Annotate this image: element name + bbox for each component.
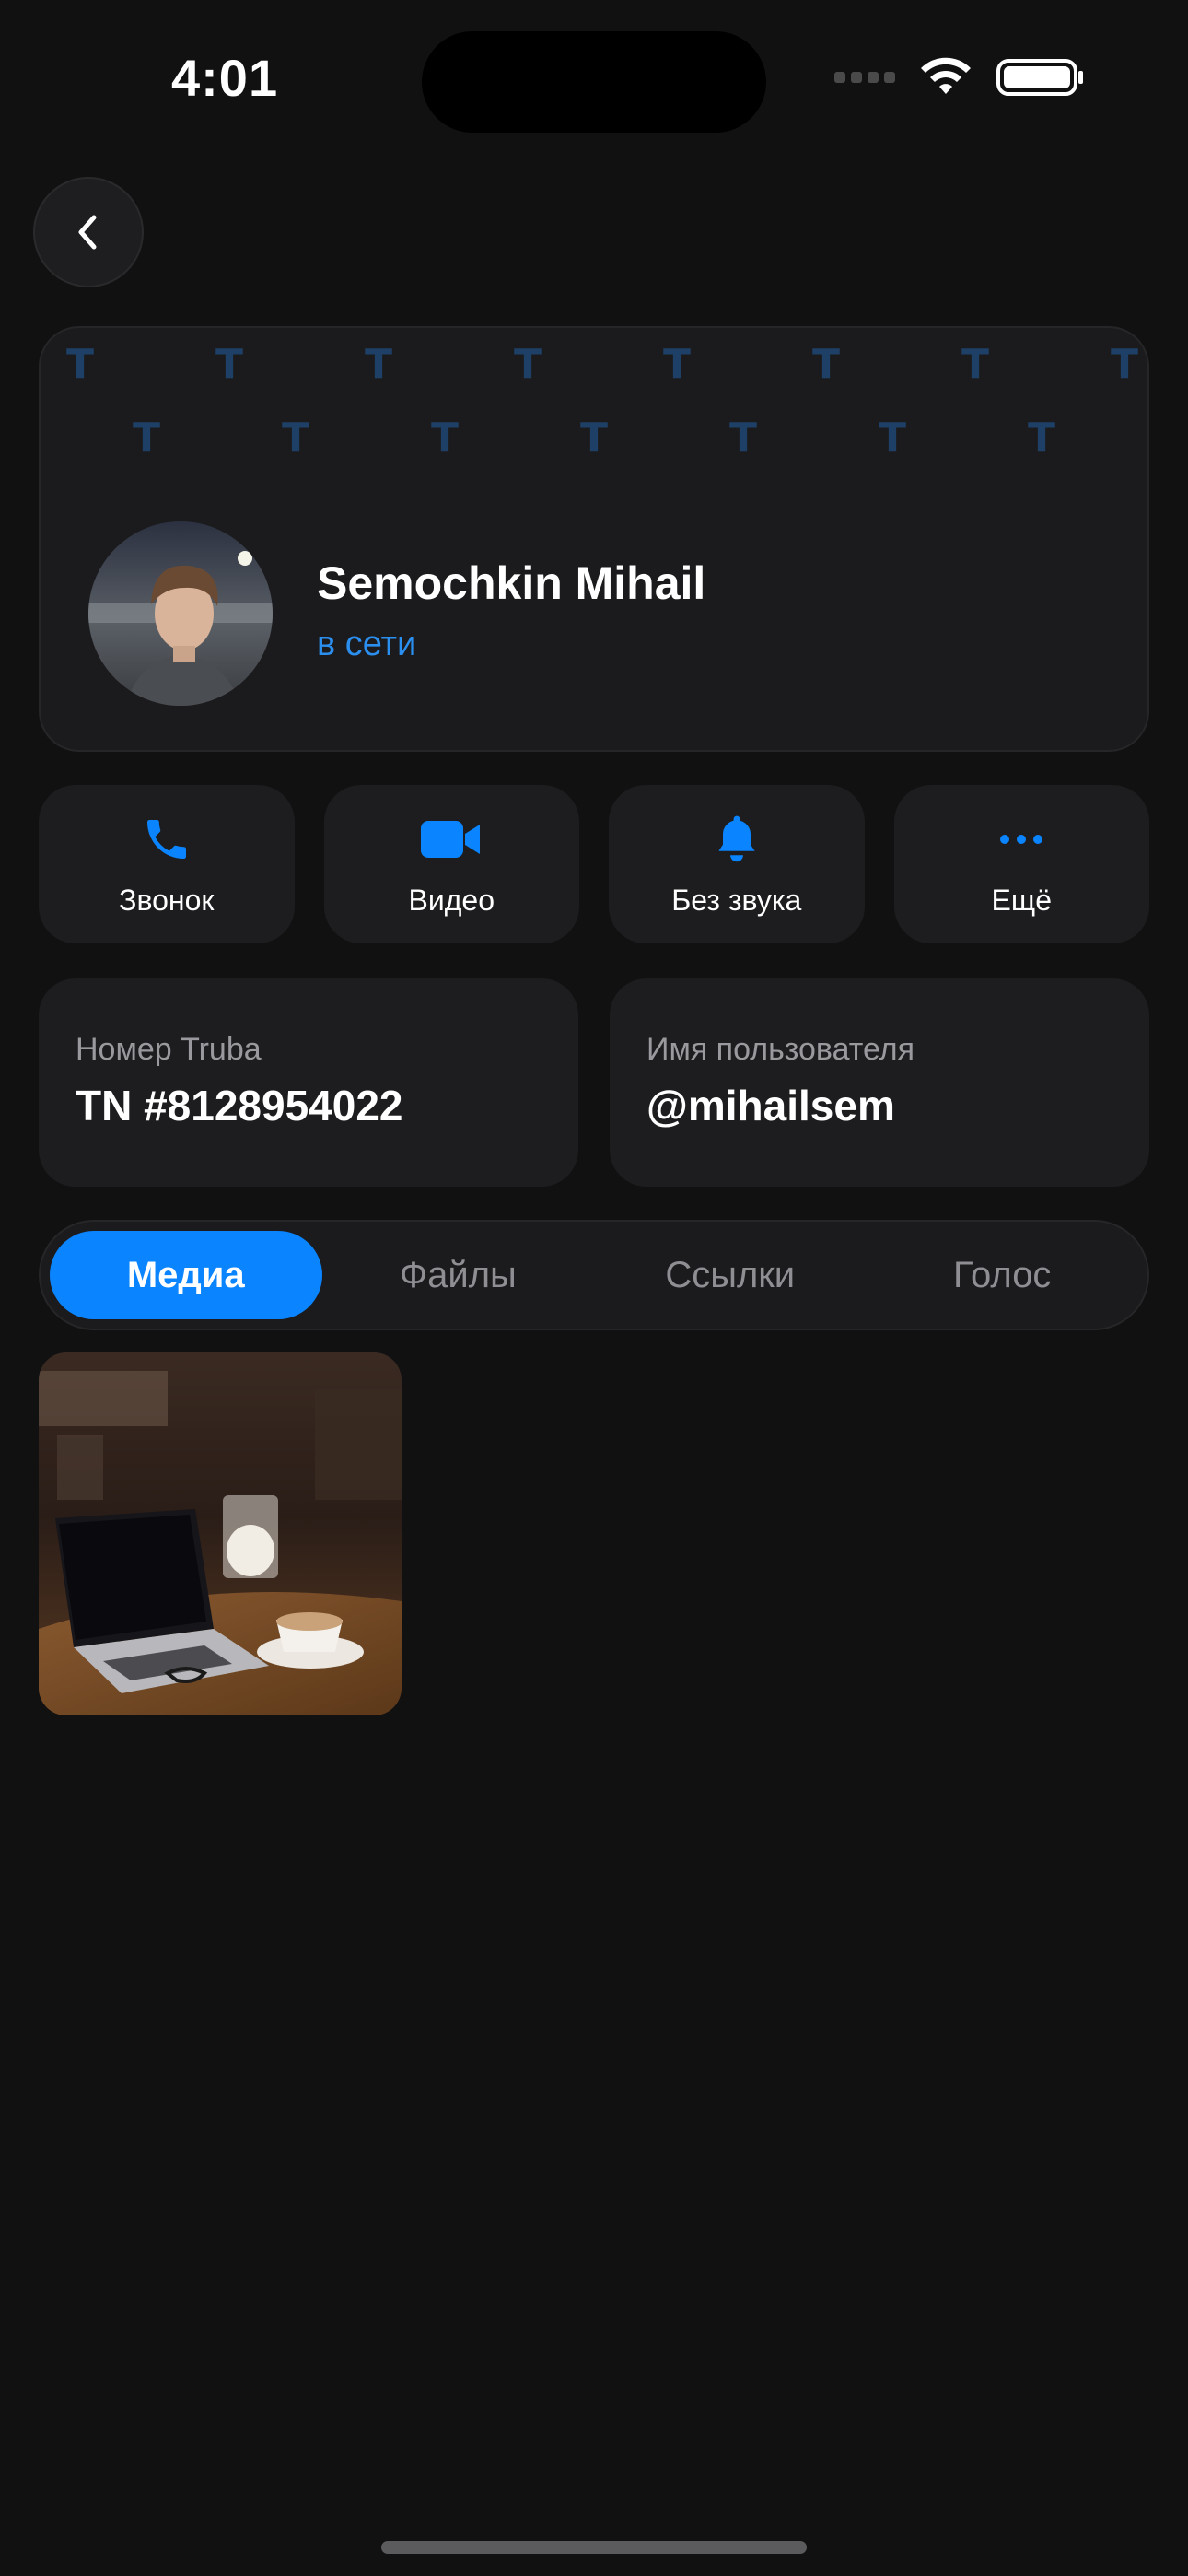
profile-card: T T T T T T T T T T T T T T T Semochkin … (39, 326, 1149, 752)
phone-number-card[interactable]: Номер Truba TN #8128954022 (39, 978, 578, 1187)
tab-files[interactable]: Файлы (322, 1231, 595, 1319)
status-time: 4:01 (171, 49, 279, 107)
tab-media[interactable]: Медиа (50, 1231, 322, 1319)
media-thumbnail[interactable] (39, 1352, 402, 1715)
home-indicator[interactable] (381, 2541, 807, 2554)
username-value: @mihailsem (646, 1082, 895, 1130)
phone-number-value: TN #8128954022 (76, 1082, 403, 1130)
dynamic-island (422, 31, 766, 133)
wifi-icon (921, 57, 971, 94)
info-row: Номер Truba TN #8128954022 Имя пользоват… (39, 978, 1149, 1187)
online-status: в сети (317, 625, 417, 663)
chevron-left-icon (78, 215, 97, 250)
profile-name: Semochkin Mihail (317, 557, 706, 609)
avatar[interactable] (88, 521, 273, 706)
more-label: Ещё (991, 883, 1052, 917)
video-button[interactable]: Видео (323, 785, 579, 943)
call-button[interactable]: Звонок (39, 785, 295, 943)
username-label: Имя пользователя (646, 1032, 914, 1067)
phone-number-label: Номер Truba (76, 1032, 262, 1067)
status-icons (834, 57, 1085, 98)
bell-icon (718, 815, 755, 861)
video-camera-icon (421, 820, 481, 858)
tab-voice[interactable]: Голос (867, 1231, 1139, 1319)
back-button[interactable] (33, 177, 144, 287)
video-label: Видео (408, 883, 495, 917)
mute-label: Без звука (671, 883, 802, 917)
tab-links[interactable]: Ссылки (594, 1231, 867, 1319)
username-card[interactable]: Имя пользователя @mihailsem (610, 978, 1149, 1187)
battery-icon (996, 59, 1083, 96)
media-tabs: Медиа Файлы Ссылки Голос (39, 1220, 1149, 1330)
action-bar: Звонок Видео Без звука Ещё (39, 785, 1149, 943)
call-label: Звонок (119, 883, 215, 917)
cellular-signal-icon (834, 72, 895, 83)
profile-screen: 4:01 T T T T T T T T T T T T T T T Semoc… (0, 0, 1188, 2576)
mute-button[interactable]: Без звука (609, 785, 865, 943)
more-dots-icon (1000, 834, 1043, 844)
phone-icon (146, 819, 186, 859)
more-button[interactable]: Ещё (893, 785, 1149, 943)
